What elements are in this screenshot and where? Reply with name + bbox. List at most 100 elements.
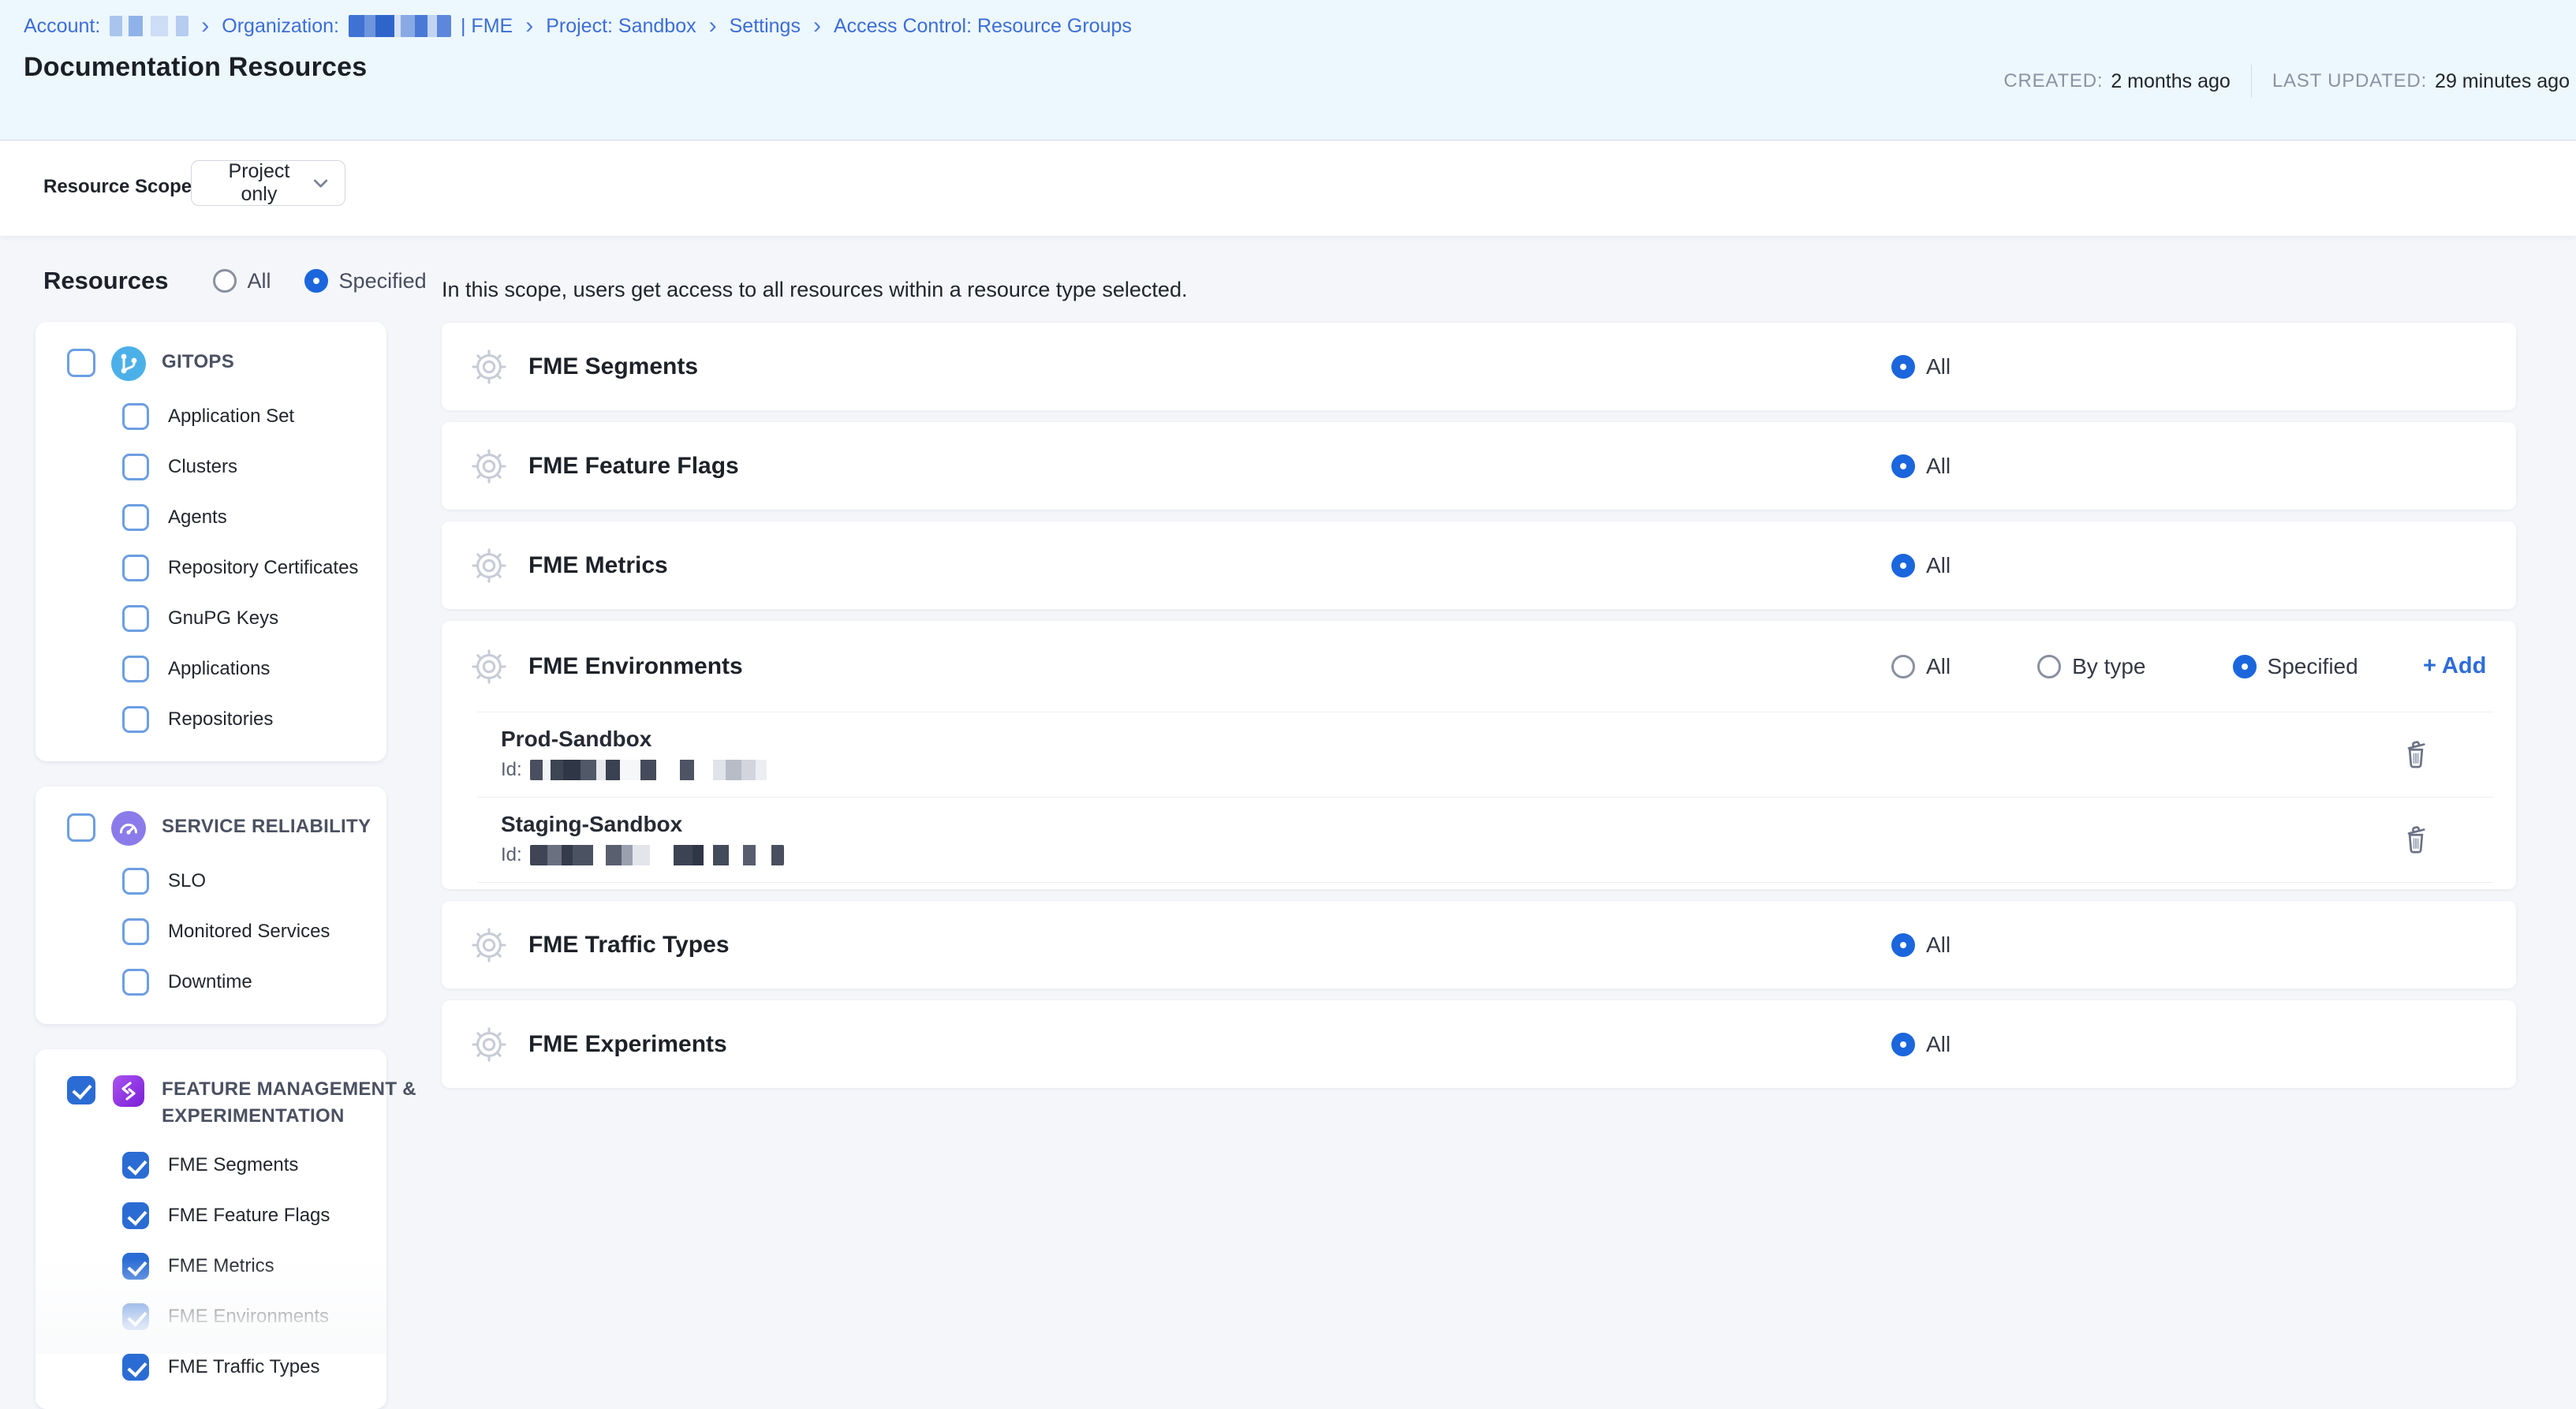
access-options: All By type Specified xyxy=(1891,621,2358,712)
radio-option[interactable]: By type xyxy=(2037,654,2145,679)
radio-option[interactable]: All xyxy=(213,269,271,293)
breadcrumb-link[interactable]: Access Control: Resource Groups xyxy=(834,15,1132,38)
redacted-account xyxy=(110,16,189,36)
meta-divider xyxy=(2251,65,2252,98)
resource-type-label: Application Set xyxy=(168,406,294,428)
breadcrumb-link[interactable]: Organization: xyxy=(222,15,339,38)
item-checkbox[interactable] xyxy=(122,1152,149,1179)
item-checkbox[interactable] xyxy=(122,1253,149,1280)
gear-icon xyxy=(471,448,507,484)
add-button[interactable]: + Add xyxy=(2423,621,2486,712)
resource-group-items: SLOMonitored ServicesDowntime xyxy=(67,846,372,996)
resource-type-label: Clusters xyxy=(168,456,237,478)
redaction-block xyxy=(620,760,640,780)
item-checkbox[interactable] xyxy=(122,605,149,632)
radio-all[interactable] xyxy=(1891,1033,1915,1056)
redaction-block xyxy=(756,845,771,865)
radio-by-type[interactable] xyxy=(2037,655,2061,678)
item-checkbox[interactable] xyxy=(122,454,149,480)
radio-option[interactable]: Specified xyxy=(304,269,427,293)
item-checkbox[interactable] xyxy=(122,403,149,430)
resource-scope-select[interactable]: Project only xyxy=(191,160,345,206)
radio-option[interactable]: All xyxy=(1891,654,1951,679)
environment-id: Id: xyxy=(501,844,784,866)
redaction-block xyxy=(168,16,176,36)
redaction-block xyxy=(713,845,729,865)
radio-all[interactable] xyxy=(1891,655,1915,678)
breadcrumb: Account:›Organization:| FME›Project: San… xyxy=(24,13,1132,39)
radio-specified[interactable] xyxy=(2233,655,2257,678)
item-checkbox[interactable] xyxy=(122,1202,149,1229)
resource-type-label: Monitored Services xyxy=(168,921,330,943)
redaction-block xyxy=(704,845,713,865)
scope-info-text: In this scope, users get access to all r… xyxy=(442,278,2516,302)
item-checkbox[interactable] xyxy=(122,656,149,682)
gear-icon xyxy=(471,548,507,584)
environment-id: Id: xyxy=(501,759,767,781)
resource-group-card: SERVICE RELIABILITYSLOMonitored Services… xyxy=(35,787,386,1024)
radio-option[interactable]: All xyxy=(1891,354,1951,379)
breadcrumb-link[interactable]: Settings xyxy=(730,15,801,38)
resources-header: Resources AllSpecified xyxy=(43,267,427,295)
redaction-block xyxy=(364,15,375,37)
radio-all[interactable] xyxy=(1891,933,1915,957)
trash-icon[interactable] xyxy=(2398,736,2434,772)
resource-group-card: GITOPS Application Set Clusters Agents Repos… xyxy=(35,322,386,761)
redaction-block xyxy=(622,845,633,865)
breadcrumb-link[interactable]: | FME xyxy=(461,15,513,38)
breadcrumb-link[interactable]: Project: Sandbox xyxy=(546,15,696,38)
redaction-block xyxy=(349,15,364,37)
item-checkbox[interactable] xyxy=(122,504,149,531)
resource-type-label: SLO xyxy=(168,870,206,892)
environment-info: Prod-Sandbox Id: xyxy=(501,727,767,781)
item-checkbox[interactable] xyxy=(122,969,149,996)
breadcrumb-link[interactable]: Account: xyxy=(24,15,100,38)
item-checkbox[interactable] xyxy=(122,706,149,733)
redaction-block xyxy=(596,760,606,780)
redaction-block xyxy=(547,845,562,865)
item-checkbox[interactable] xyxy=(122,555,149,581)
item-checkbox[interactable] xyxy=(122,918,149,945)
redaction-block xyxy=(743,845,756,865)
item-checkbox[interactable] xyxy=(122,868,149,895)
redaction-block xyxy=(394,15,401,37)
resource-type-item: FME Traffic Types xyxy=(122,1354,372,1381)
redaction-block xyxy=(650,845,674,865)
redaction-block xyxy=(581,760,596,780)
environment-name: Prod-Sandbox xyxy=(501,727,767,752)
redacted-organization xyxy=(349,15,451,37)
resource-group-name: GITOPS xyxy=(162,349,234,376)
radio-all[interactable] xyxy=(1891,554,1915,577)
resource-type-item: SLO xyxy=(122,868,372,895)
radio-option[interactable]: Specified xyxy=(2233,654,2358,679)
resources-scope-options: All Specified xyxy=(213,269,427,293)
radio-specified[interactable] xyxy=(304,269,328,293)
resource-group-header: GITOPS xyxy=(67,349,372,381)
radio-option[interactable]: All xyxy=(1891,454,1951,479)
item-checkbox[interactable] xyxy=(122,1303,149,1330)
radio-option[interactable]: All xyxy=(1891,553,1951,578)
trash-icon[interactable] xyxy=(2398,821,2434,858)
id-label: Id: xyxy=(501,844,522,866)
group-checkbox[interactable] xyxy=(67,1076,95,1104)
resource-group-header: FEATURE MANAGEMENT & EXPERIMENTATION xyxy=(67,1076,372,1130)
resource-type-label: Agents xyxy=(168,506,227,529)
resource-type-item: Repository Certificates xyxy=(122,555,372,581)
gear-icon xyxy=(471,1026,507,1063)
radio-all[interactable] xyxy=(1891,454,1915,478)
service-reliability-icon xyxy=(111,811,146,846)
resource-type-label: FME Segments xyxy=(168,1154,298,1176)
redaction-block xyxy=(633,845,650,865)
resource-card-title: FME Experiments xyxy=(528,1031,727,1058)
radio-option[interactable]: All xyxy=(1891,1032,1951,1057)
item-checkbox[interactable] xyxy=(122,1354,149,1381)
resource-type-item: Agents xyxy=(122,504,372,531)
redaction-block xyxy=(680,760,694,780)
page-title: Documentation Resources xyxy=(24,52,367,83)
group-checkbox[interactable] xyxy=(67,349,95,377)
radio-option[interactable]: All xyxy=(1891,932,1951,958)
group-checkbox[interactable] xyxy=(67,813,95,842)
radio-all[interactable] xyxy=(213,269,237,293)
radio-all[interactable] xyxy=(1891,355,1915,379)
radio-label: By type xyxy=(2072,654,2145,679)
